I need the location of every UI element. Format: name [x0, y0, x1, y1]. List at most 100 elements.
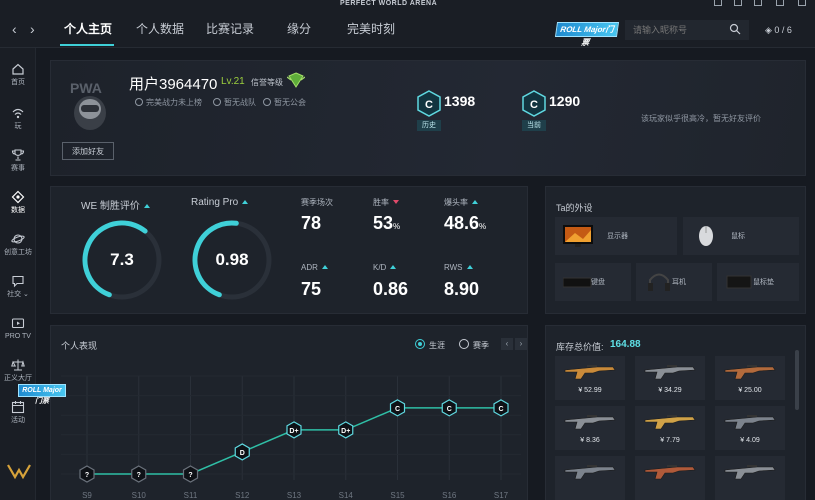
gear-headset[interactable]: 耳机 — [636, 263, 712, 301]
sort-up-icon — [143, 204, 150, 208]
data-point-label: C — [498, 406, 503, 413]
tab-profile-home[interactable]: 个人主页 — [64, 22, 112, 36]
inventory-item[interactable]: ¥ 4.09 — [715, 406, 785, 450]
data-point-label: C — [447, 406, 452, 413]
data-point-label: C — [395, 406, 400, 413]
rank-current-label: 当前 — [522, 120, 546, 131]
download-counter[interactable]: ◈ 0 / 6 — [765, 25, 792, 36]
tab-personal-data[interactable]: 个人数据 — [136, 22, 184, 36]
credit-shield-icon[interactable] — [287, 72, 305, 88]
sidebar-item-label: 首页 — [11, 79, 25, 86]
performance-line-chart: ? S9? S10? S11 D S12 D+ S13 D+ S14 C S15 C S16 C S17 — [61, 375, 521, 500]
back-button[interactable]: ‹ — [12, 22, 17, 36]
planet-icon — [11, 234, 25, 244]
rank-history-value: 1398 — [444, 93, 476, 109]
level-badge: Lv.21 — [221, 76, 245, 87]
credit-level-label: 信誉等级 — [251, 78, 283, 87]
sidebar-item-label: 赛事 — [11, 165, 25, 172]
sidebar-item-label: 数据 — [11, 207, 25, 214]
rank-current-value: 1290 — [549, 93, 581, 109]
search-icon[interactable] — [729, 23, 741, 35]
stat-value-kd: 0.86 — [373, 279, 409, 299]
x-tick-label: S9 — [82, 491, 92, 500]
gear-mousepad[interactable]: 鼠标垫 — [717, 263, 799, 301]
stat-value-rws: 8.90 — [444, 279, 480, 299]
radio-season[interactable] — [459, 339, 469, 349]
performance-title: 个人表现 — [61, 341, 98, 351]
inventory-item[interactable]: ¥ 34.29 — [635, 356, 705, 400]
tab-perfect-moments[interactable]: 完美时刻 — [347, 22, 395, 36]
tab-match-history[interactable]: 比赛记录 — [206, 22, 254, 36]
tag-team: 暂无战队 — [213, 97, 256, 108]
radio-season-label[interactable]: 赛季 — [473, 340, 489, 351]
stat-value-adr: 75 — [301, 279, 322, 299]
svg-text:C: C — [530, 99, 538, 111]
x-tick-label: S16 — [442, 491, 457, 500]
tab-fate[interactable]: 缘分 — [287, 22, 311, 36]
add-friend-button[interactable]: 添加好友 — [62, 142, 114, 160]
sidebar-item-justice-hall[interactable]: 正义大厅 — [0, 358, 36, 383]
wanmei-logo-icon[interactable] — [6, 462, 32, 480]
sidebar-item-play[interactable]: 玩 — [0, 106, 36, 131]
sidebar-item-home[interactable]: 首页 — [0, 62, 36, 87]
gear-title: Ta的外设 — [556, 203, 593, 213]
gauge-we-value: 7.3 — [110, 250, 134, 269]
radio-career-label[interactable]: 生涯 — [429, 340, 445, 351]
profile-panel: PWA 用户3964470 Lv.21 信誉等级 完美战力未上榜 暂无战队 暂无… — [50, 60, 806, 176]
inventory-total-value: 164.88 — [610, 339, 641, 350]
x-tick-label: S12 — [235, 491, 250, 500]
sidebar-item-workshop[interactable]: 创意工坊 — [0, 232, 36, 257]
headset-icon — [648, 273, 670, 291]
stat-label-kd: K/D — [373, 263, 397, 272]
gear-keyboard[interactable]: 键盘 — [555, 263, 631, 301]
inventory-item[interactable]: ¥ 52.99 — [555, 356, 625, 400]
inventory-scrollbar[interactable] — [795, 350, 799, 410]
chart-next-button[interactable]: › — [515, 338, 527, 350]
gear-name: 鼠标 — [731, 233, 745, 240]
sidebar-item-data[interactable]: 数据 — [0, 190, 36, 215]
roll-major-badge[interactable]: ROLL Major门票 — [554, 22, 620, 47]
rank-c-icon: C — [417, 90, 441, 117]
gear-name: 鼠标垫 — [753, 279, 774, 286]
system-tray-icons — [700, 0, 815, 8]
monitor-icon — [563, 225, 593, 247]
sidebar-item-pro-tv[interactable]: PRO TV — [0, 316, 36, 341]
gauge-title-we[interactable]: WE 制胜评价 — [81, 197, 150, 212]
forward-button[interactable]: › — [30, 22, 35, 36]
inventory-item[interactable] — [635, 456, 705, 500]
sidebar-roll-major-badge[interactable]: ROLL Major门票 — [18, 384, 66, 405]
item-price: ¥ 7.79 — [660, 437, 680, 444]
rifle-icon — [724, 415, 776, 430]
inventory-item[interactable]: ¥ 7.79 — [635, 406, 705, 450]
gear-name: 耳机 — [672, 279, 686, 286]
sidebar-item-label: 创意工坊 — [4, 249, 32, 256]
rifle-icon — [564, 415, 616, 430]
chat-icon — [12, 275, 24, 288]
gear-mouse[interactable]: 鼠标 — [683, 217, 799, 255]
sidebar-item-social[interactable]: 社交 ⌄ — [0, 274, 36, 299]
radio-career[interactable] — [415, 339, 425, 349]
performance-panel: 个人表现 生涯 赛季 ‹ › ? S9? S10? S11 D S12 D+ S13 D+ S14… — [50, 325, 528, 500]
tag-guild: 暂无公会 — [263, 97, 306, 108]
rank-icon — [135, 98, 143, 106]
sidebar-item-events[interactable]: 赛事 — [0, 148, 36, 173]
gear-monitor[interactable]: 显示器 — [555, 217, 677, 255]
item-price: ¥ 52.99 — [578, 387, 602, 394]
sidebar-item-activity[interactable]: 活动 — [0, 400, 36, 425]
mouse-icon — [699, 226, 713, 246]
sidebar-item-label: 活动 — [11, 417, 25, 424]
avatar[interactable]: PWA — [65, 75, 115, 133]
inventory-item[interactable]: ¥ 8.36 — [555, 406, 625, 450]
inventory-item[interactable]: ¥ 25.00 — [715, 356, 785, 400]
trend-down-icon — [393, 200, 399, 204]
sort-up-icon — [242, 200, 249, 204]
chart-prev-button[interactable]: ‹ — [501, 338, 513, 350]
trend-up-icon — [321, 265, 328, 269]
trend-up-icon — [390, 265, 397, 269]
gauge-title-rating[interactable]: Rating Pro — [191, 197, 249, 208]
inventory-item[interactable] — [715, 456, 785, 500]
inventory-item[interactable] — [555, 456, 625, 500]
stat-label-rws: RWS — [444, 263, 473, 272]
sidebar-item-label: 正义大厅 — [4, 375, 32, 382]
home-icon — [12, 63, 24, 75]
